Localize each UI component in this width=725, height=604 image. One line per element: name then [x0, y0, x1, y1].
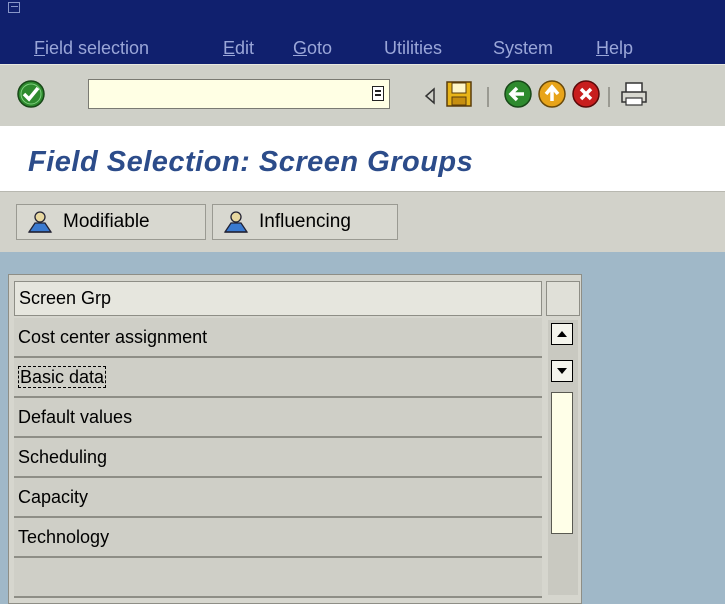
table-row[interactable]: Cost center assignment — [14, 318, 542, 358]
toolbar-separator — [608, 87, 610, 107]
table-row[interactable]: Capacity — [14, 478, 542, 518]
table-cell: Cost center assignment — [18, 327, 208, 347]
system-menu-icon[interactable] — [8, 2, 20, 13]
collapse-arrow-icon[interactable] — [424, 87, 436, 105]
standard-toolbar — [0, 64, 725, 127]
menu-goto[interactable]: Goto — [293, 38, 332, 59]
enter-icon[interactable] — [16, 79, 46, 109]
menu-mnemonic: E — [223, 38, 236, 58]
command-history-icon[interactable] — [372, 86, 384, 101]
table-row[interactable] — [14, 558, 542, 598]
person-icon — [223, 210, 249, 234]
table-cell: Basic data — [18, 366, 107, 388]
scroll-up-icon[interactable] — [551, 323, 573, 345]
table-settings-corner[interactable] — [546, 281, 580, 316]
menu-mnemonic: G — [293, 38, 308, 58]
menu-label: System — [493, 38, 554, 58]
command-field[interactable] — [88, 79, 390, 109]
menu-label: elp — [609, 38, 634, 58]
back-icon[interactable] — [503, 79, 533, 109]
menu-label: ield selection — [45, 38, 150, 58]
menu-mnemonic: F — [34, 38, 45, 58]
toolbar-separator — [487, 87, 489, 107]
influencing-button-label: Influencing — [259, 211, 351, 232]
person-icon — [27, 210, 53, 234]
modifiable-button-label: Modifiable — [63, 211, 150, 232]
table-row[interactable]: Technology — [14, 518, 542, 558]
print-icon[interactable] — [620, 80, 648, 108]
menu-help[interactable]: Help — [596, 38, 633, 59]
table-row[interactable]: Default values — [14, 398, 542, 438]
menu-utilities[interactable]: Utilities — [384, 38, 442, 59]
table-row[interactable]: Scheduling — [14, 438, 542, 478]
scrollbar-thumb[interactable] — [551, 392, 573, 534]
application-toolbar: Modifiable Influencing — [0, 191, 725, 252]
cancel-icon[interactable] — [571, 79, 601, 109]
modifiable-button[interactable]: Modifiable — [16, 204, 206, 240]
save-icon[interactable] — [445, 80, 473, 108]
menu-bar: Field selection Edit Goto Utilities Syst… — [0, 0, 725, 64]
table-cell: Default values — [18, 407, 133, 427]
scroll-down-icon[interactable] — [551, 360, 573, 382]
menu-label: oto — [307, 38, 333, 58]
table-cell: Capacity — [18, 487, 89, 507]
menu-edit[interactable]: Edit — [223, 38, 254, 59]
menu-system[interactable]: System — [493, 38, 553, 59]
column-header-screen-grp[interactable]: Screen Grp — [14, 281, 542, 316]
menu-mnemonic: H — [596, 38, 609, 58]
page-title: Field Selection: Screen Groups — [28, 146, 474, 178]
menu-label: dit — [235, 38, 255, 58]
exit-icon[interactable] — [537, 79, 567, 109]
menu-label: Utilities — [384, 38, 443, 58]
table-cell: Scheduling — [18, 447, 108, 467]
table-row[interactable]: Basic data — [14, 358, 542, 398]
table-cell: Technology — [18, 527, 110, 547]
menu-field-selection[interactable]: Field selection — [34, 38, 149, 59]
influencing-button[interactable]: Influencing — [212, 204, 398, 240]
table-vertical-scrollbar[interactable] — [548, 320, 578, 595]
